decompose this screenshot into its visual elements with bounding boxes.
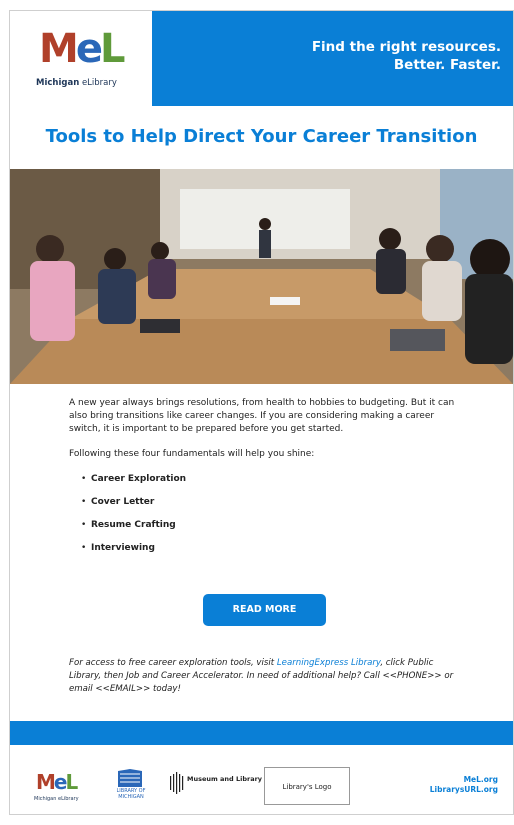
library-of-michigan-text: LIBRARY OF MICHIGAN [116,788,146,800]
list-item: Interviewing [81,542,459,555]
intro-paragraph: A new year always brings resolutions, fr… [69,398,455,434]
imls-logo[interactable] [168,768,253,798]
footer-mel-logo[interactable]: MeL [36,770,78,794]
email-frame: MeL Michigan eLibrary Find the right res… [9,10,514,815]
mel-org-link[interactable]: MeL.org [430,775,498,785]
fundamentals-paragraph: Following these four fundamentals will h… [69,449,315,459]
read-more-button[interactable]: READ MORE [203,594,326,626]
footer-links: MeL.org LibrarysURL.org [430,775,498,795]
fundamentals-list: Career Exploration Cover Letter Resume C… [69,473,459,555]
mel-logo[interactable]: MeL Michigan eLibrary [10,11,152,106]
imls-text: Museum and Library [187,775,263,783]
body-copy: A new year always brings resolutions, fr… [69,397,459,565]
footer: MeL Michigan eLibrary LIBRARY OF MICHIGA… [10,745,513,815]
meeting-illustration [10,169,513,384]
header-banner: MeL Michigan eLibrary Find the right res… [10,11,513,106]
list-item: Cover Letter [81,496,459,509]
library-url-link[interactable]: LibrarysURL.org [430,785,498,795]
tagline-line-1: Find the right resources. [311,39,501,55]
list-item: Resume Crafting [81,519,459,532]
mel-logo-mark: MeL [39,26,125,72]
mel-logo-subtitle: Michigan eLibrary [36,78,117,88]
page-title: Tools to Help Direct Your Career Transit… [45,126,478,147]
hero-photo-meeting [10,169,513,384]
learningexpress-link[interactable]: LearningExpress Library [277,658,380,668]
footer-mel-subtitle: Michigan eLibrary [34,796,79,802]
tagline-line-2: Better. Faster. [393,57,501,73]
header-tagline: Find the right resources. Better. Faster… [312,38,501,74]
access-note: For access to free career exploration to… [69,658,454,694]
footer-band [10,721,513,745]
list-item: Career Exploration [81,473,459,486]
library-logo-placeholder[interactable]: Library's Logo [264,767,350,805]
